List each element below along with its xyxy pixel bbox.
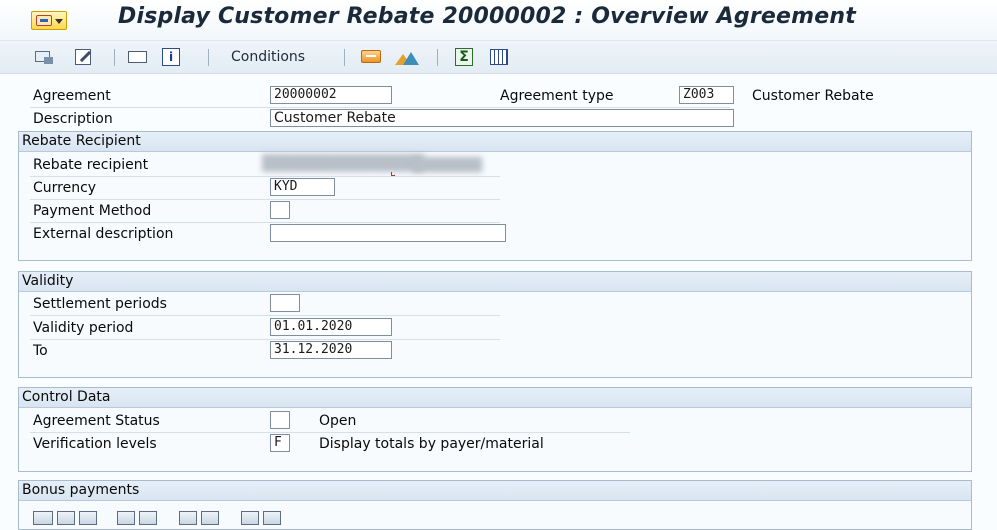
bonus-payments-group: Bonus payments [18,480,972,530]
page-title: Display Customer Rebate 20000002 : Overv… [118,4,856,29]
row-divider [30,432,630,433]
row-divider [30,176,500,177]
settlement-periods-label: Settlement periods [33,296,167,312]
toolbar-separator [344,49,345,66]
currency-field[interactable]: KYD [270,178,335,196]
toolbar-separator [437,49,438,66]
row-divider [30,339,500,340]
find-next-icon[interactable] [201,511,219,525]
validity-header: Validity [19,272,971,292]
display-icon[interactable] [35,48,55,66]
validity-to-label: To [33,343,48,359]
description-label: Description [33,111,113,127]
row-divider [30,199,500,200]
application-toolbar: i Conditions Σ [0,41,997,74]
table-grid-icon[interactable] [490,48,510,66]
agreement-label: Agreement [33,88,111,104]
row-divider [30,107,730,108]
verification-levels-text: Display totals by payer/material [319,436,544,452]
edit-icon[interactable] [74,48,94,66]
validity-period-label: Validity period [33,320,134,336]
bonus-payments-header: Bonus payments [19,481,971,501]
control-data-header: Control Data [19,388,971,408]
payment-method-label: Payment Method [33,203,152,219]
sigma-icon[interactable]: Σ [455,48,475,66]
control-data-group: Control Data [18,387,972,472]
menu-dropdown-icon[interactable] [31,11,67,30]
find-icon[interactable] [179,511,197,525]
delete-row-icon[interactable] [33,511,53,525]
row-divider [30,222,500,223]
overview-icon[interactable] [128,48,148,66]
rebate-recipient-value-redacted: ██████████████ [262,154,424,172]
copy-row-icon[interactable] [57,511,75,525]
conditions-button[interactable]: Conditions [231,49,305,65]
currency-label: Currency [33,180,97,196]
mountain-chart-icon[interactable] [394,48,420,66]
toolbar-separator [114,49,115,66]
title-bar: Display Customer Rebate 20000002 : Overv… [0,0,997,41]
description-field[interactable]: Customer Rebate [270,109,734,127]
validity-group: Validity [18,271,972,378]
verification-levels-field[interactable]: F [270,434,290,452]
validity-to-field[interactable]: 31.12.2020 [270,341,392,359]
row-divider [30,315,500,316]
external-description-label: External description [33,226,174,242]
rebate-recipient-label: Rebate recipient [33,157,149,173]
rebate-recipient-name-redacted: ███████ [412,158,482,173]
agreement-status-text: Open [319,413,357,429]
sort-descending-icon[interactable] [139,511,157,525]
agreement-type-field[interactable]: Z003 [679,86,734,104]
info-icon[interactable]: i [162,48,182,66]
agreement-type-label: Agreement type [500,88,614,104]
paste-row-icon[interactable] [79,511,97,525]
agreement-status-field[interactable] [270,411,290,429]
agreement-type-text: Customer Rebate [752,88,874,104]
payment-icon[interactable] [361,48,383,66]
settlement-periods-field[interactable] [270,294,300,312]
payment-method-field[interactable] [270,201,290,219]
agreement-field[interactable]: 20000002 [270,86,392,104]
main-content: Agreement 20000002 Agreement type Z003 C… [0,74,997,530]
validity-from-field[interactable]: 01.01.2020 [270,318,392,336]
rebate-recipient-header: Rebate Recipient [19,132,971,152]
verification-levels-label: Verification levels [33,436,157,452]
layout-icon[interactable] [263,511,281,525]
agreement-status-label: Agreement Status [33,413,160,429]
sort-ascending-icon[interactable] [117,511,135,525]
toolbar-separator [208,49,209,66]
export-icon[interactable] [241,511,259,525]
external-description-field[interactable] [270,224,506,242]
